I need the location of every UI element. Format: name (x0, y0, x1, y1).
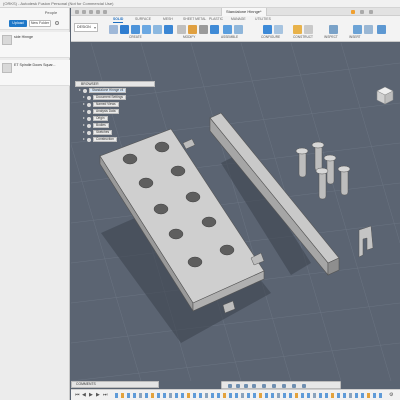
tab-utilities[interactable]: UTILITIES (255, 17, 271, 21)
offset-plane-icon[interactable] (293, 25, 302, 34)
clip-body[interactable] (358, 225, 374, 258)
notification-icon[interactable] (351, 10, 355, 14)
main-area: Standalone Hinnge* DESIGN SOLID SURFACE … (71, 8, 400, 400)
last-step-icon[interactable]: ⏭ (103, 392, 108, 398)
file-icon[interactable] (82, 10, 86, 14)
comments-panel[interactable]: COMMENTS (71, 381, 159, 388)
account-icon[interactable] (369, 10, 373, 14)
tab-data[interactable] (0, 9, 34, 17)
pattern-icon[interactable] (164, 25, 173, 34)
tab-mesh[interactable]: MESH (163, 17, 173, 21)
measure-icon[interactable] (329, 25, 338, 34)
workspace-selector[interactable]: DESIGN (74, 23, 98, 32)
group-construct[interactable]: CONSTRUCT (293, 35, 313, 39)
tab-plastic[interactable]: PLASTIC (209, 17, 223, 21)
timeline-features[interactable] (113, 392, 393, 399)
document-tab[interactable]: Standalone Hinnge* (221, 8, 267, 16)
select-icon[interactable] (377, 25, 386, 34)
revolve-icon[interactable] (131, 25, 140, 34)
group-modify[interactable]: MODIFY (183, 35, 195, 39)
title-bar: (ORKS) - Autodesk Fusion Personal (Not f… (0, 0, 400, 8)
group-configure[interactable]: CONFIGURE (261, 35, 280, 39)
design-thumbnail (2, 63, 12, 73)
document-tab-strip: Standalone Hinnge* (71, 8, 400, 16)
first-step-icon[interactable]: ⏮ (75, 392, 80, 398)
list-item[interactable]: ET Spindle Doors Squar... (0, 60, 70, 86)
design-name: ET Spindle Doors Squar... (14, 63, 56, 67)
group-insert[interactable]: INSERT (349, 35, 361, 39)
gear-icon[interactable]: ⚙ (389, 392, 393, 398)
previous-step-icon[interactable]: ◀ (82, 392, 86, 398)
parameters-icon[interactable] (263, 25, 272, 34)
screws-body[interactable] (295, 141, 351, 200)
joint-icon[interactable] (223, 25, 232, 34)
upload-button[interactable]: Upload (9, 20, 27, 27)
data-panel-header: People Upload New Folder (0, 8, 69, 30)
design-thumbnail (2, 35, 12, 45)
tab-sheet-metal[interactable]: SHEET METAL (183, 17, 206, 21)
help-icon[interactable] (360, 10, 364, 14)
save-icon[interactable] (89, 10, 93, 14)
table-icon[interactable] (274, 25, 283, 34)
navigation-bar (221, 381, 341, 389)
tab-people[interactable]: People (34, 9, 68, 17)
decal-icon[interactable] (364, 25, 373, 34)
tab-surface[interactable]: SURFACE (135, 17, 151, 21)
group-assemble[interactable]: ASSEMBLE (221, 35, 238, 39)
group-create[interactable]: CREATE (129, 35, 142, 39)
gear-icon[interactable] (55, 21, 59, 25)
data-panel-list: side Hinnge ET Spindle Doors Squar... (0, 32, 70, 88)
fillet-icon[interactable] (177, 25, 186, 34)
redo-icon[interactable] (103, 10, 107, 14)
play-icon[interactable]: ▶ (89, 392, 93, 398)
axis-icon[interactable] (304, 25, 313, 34)
tab-manage[interactable]: MANAGE (231, 17, 246, 21)
new-folder-button[interactable]: New Folder (29, 20, 51, 27)
sweep-icon[interactable] (142, 25, 151, 34)
insert-icon[interactable] (353, 25, 362, 34)
grid-icon[interactable] (75, 10, 79, 14)
3d-viewport[interactable]: BROWSER Standalone Hinnge v4 Document Se… (71, 43, 400, 381)
shell-icon[interactable] (188, 25, 197, 34)
extrude-icon[interactable] (120, 25, 129, 34)
move-icon[interactable] (210, 25, 219, 34)
fusion-window: (ORKS) - Autodesk Fusion Personal (Not f… (0, 0, 400, 400)
new-component-icon[interactable] (109, 25, 118, 34)
data-panel: People Upload New Folder side Hinnge ET … (0, 8, 70, 400)
undo-icon[interactable] (96, 10, 100, 14)
data-panel-tabs: People (0, 9, 70, 17)
timeline-bar: ⏮ ◀ ▶ ▶ ⏭ ⚙ (71, 389, 400, 400)
tab-solid[interactable]: SOLID (113, 17, 124, 23)
design-name: side Hinnge (14, 35, 33, 39)
list-item[interactable]: side Hinnge (0, 32, 70, 58)
model-bodies (99, 112, 374, 343)
combine-icon[interactable] (199, 25, 208, 34)
hole-icon[interactable] (153, 25, 162, 34)
ribbon-toolbar: DESIGN SOLID SURFACE MESH SHEET METAL PL… (71, 16, 400, 42)
next-step-icon[interactable]: ▶ (96, 392, 100, 398)
as-built-joint-icon[interactable] (234, 25, 243, 34)
window-title: (ORKS) - Autodesk Fusion Personal (Not f… (3, 1, 114, 6)
group-inspect[interactable]: INSPECT (324, 35, 338, 39)
